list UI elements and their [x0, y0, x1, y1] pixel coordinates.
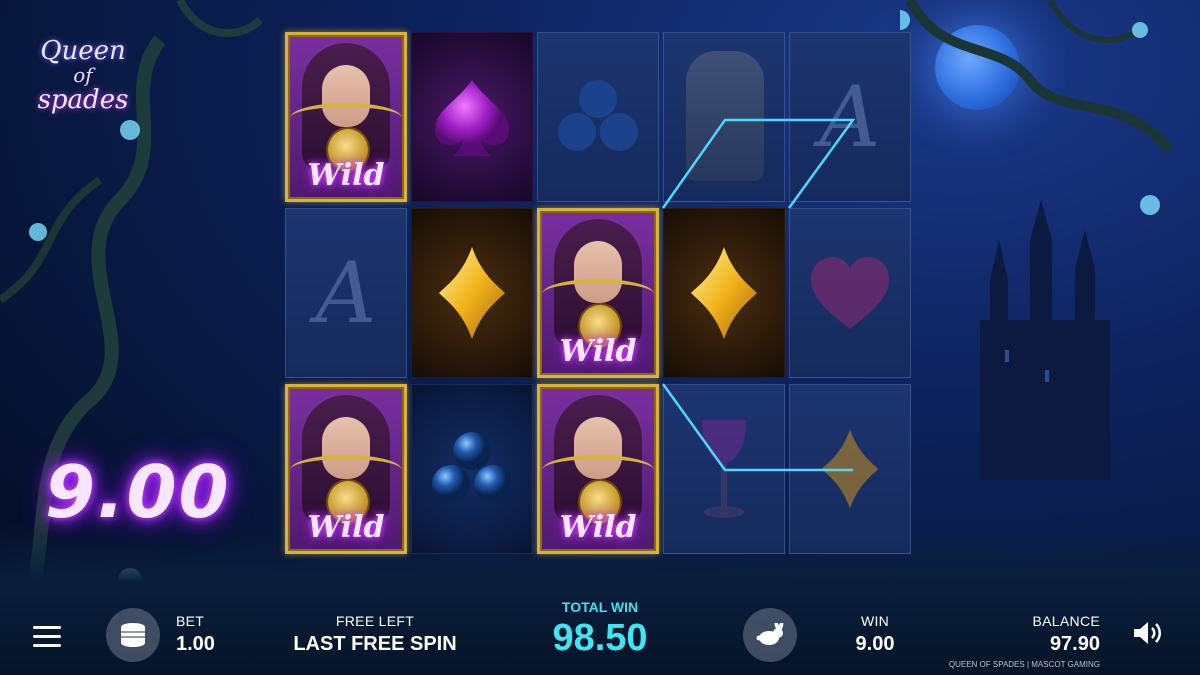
right-vines	[900, 0, 1174, 215]
logo-line-1: Queen	[40, 36, 126, 66]
logo-line-2: of	[73, 63, 93, 87]
coin-stack-icon	[121, 623, 145, 647]
total-win-label: TOTAL WIN	[561, 599, 639, 615]
reel-grid: Wild A Wild Wild Wild A	[285, 32, 913, 557]
game-logo: Queen of spades	[28, 38, 138, 148]
big-win-amount: 9.00	[45, 450, 231, 534]
castle-silhouette	[980, 200, 1110, 480]
bet-label: BET	[176, 613, 205, 629]
bet-settings-button[interactable]	[106, 608, 160, 662]
rabbit-icon	[756, 623, 784, 645]
hamburger-menu-icon-line	[33, 644, 61, 647]
turbo-spin-button[interactable]	[743, 608, 797, 662]
bet-value: 1.00	[176, 633, 215, 655]
logo-line-3: spades	[37, 85, 129, 115]
win-value: 9.00	[855, 633, 895, 655]
sound-toggle-button[interactable]	[1132, 620, 1166, 646]
balance-value: 97.90	[1049, 633, 1100, 655]
total-win-value: 98.50	[552, 617, 648, 659]
payline-upper	[661, 118, 856, 209]
speaker-icon	[1134, 622, 1161, 644]
free-left-label: FREE LEFT	[335, 613, 415, 629]
game-footer: QUEEN OF SPADES | MASCOT GAMING	[948, 660, 1100, 669]
free-left-value: LAST FREE SPIN	[293, 633, 457, 655]
hamburger-menu-icon	[33, 626, 61, 629]
payline-lower	[661, 383, 853, 472]
win-label: WIN	[860, 613, 890, 629]
hamburger-menu-icon-line	[33, 635, 61, 638]
winning-paylines	[661, 118, 856, 472]
balance-label: BALANCE	[1032, 613, 1100, 629]
moon	[935, 25, 1020, 110]
menu-button[interactable]	[33, 626, 61, 648]
